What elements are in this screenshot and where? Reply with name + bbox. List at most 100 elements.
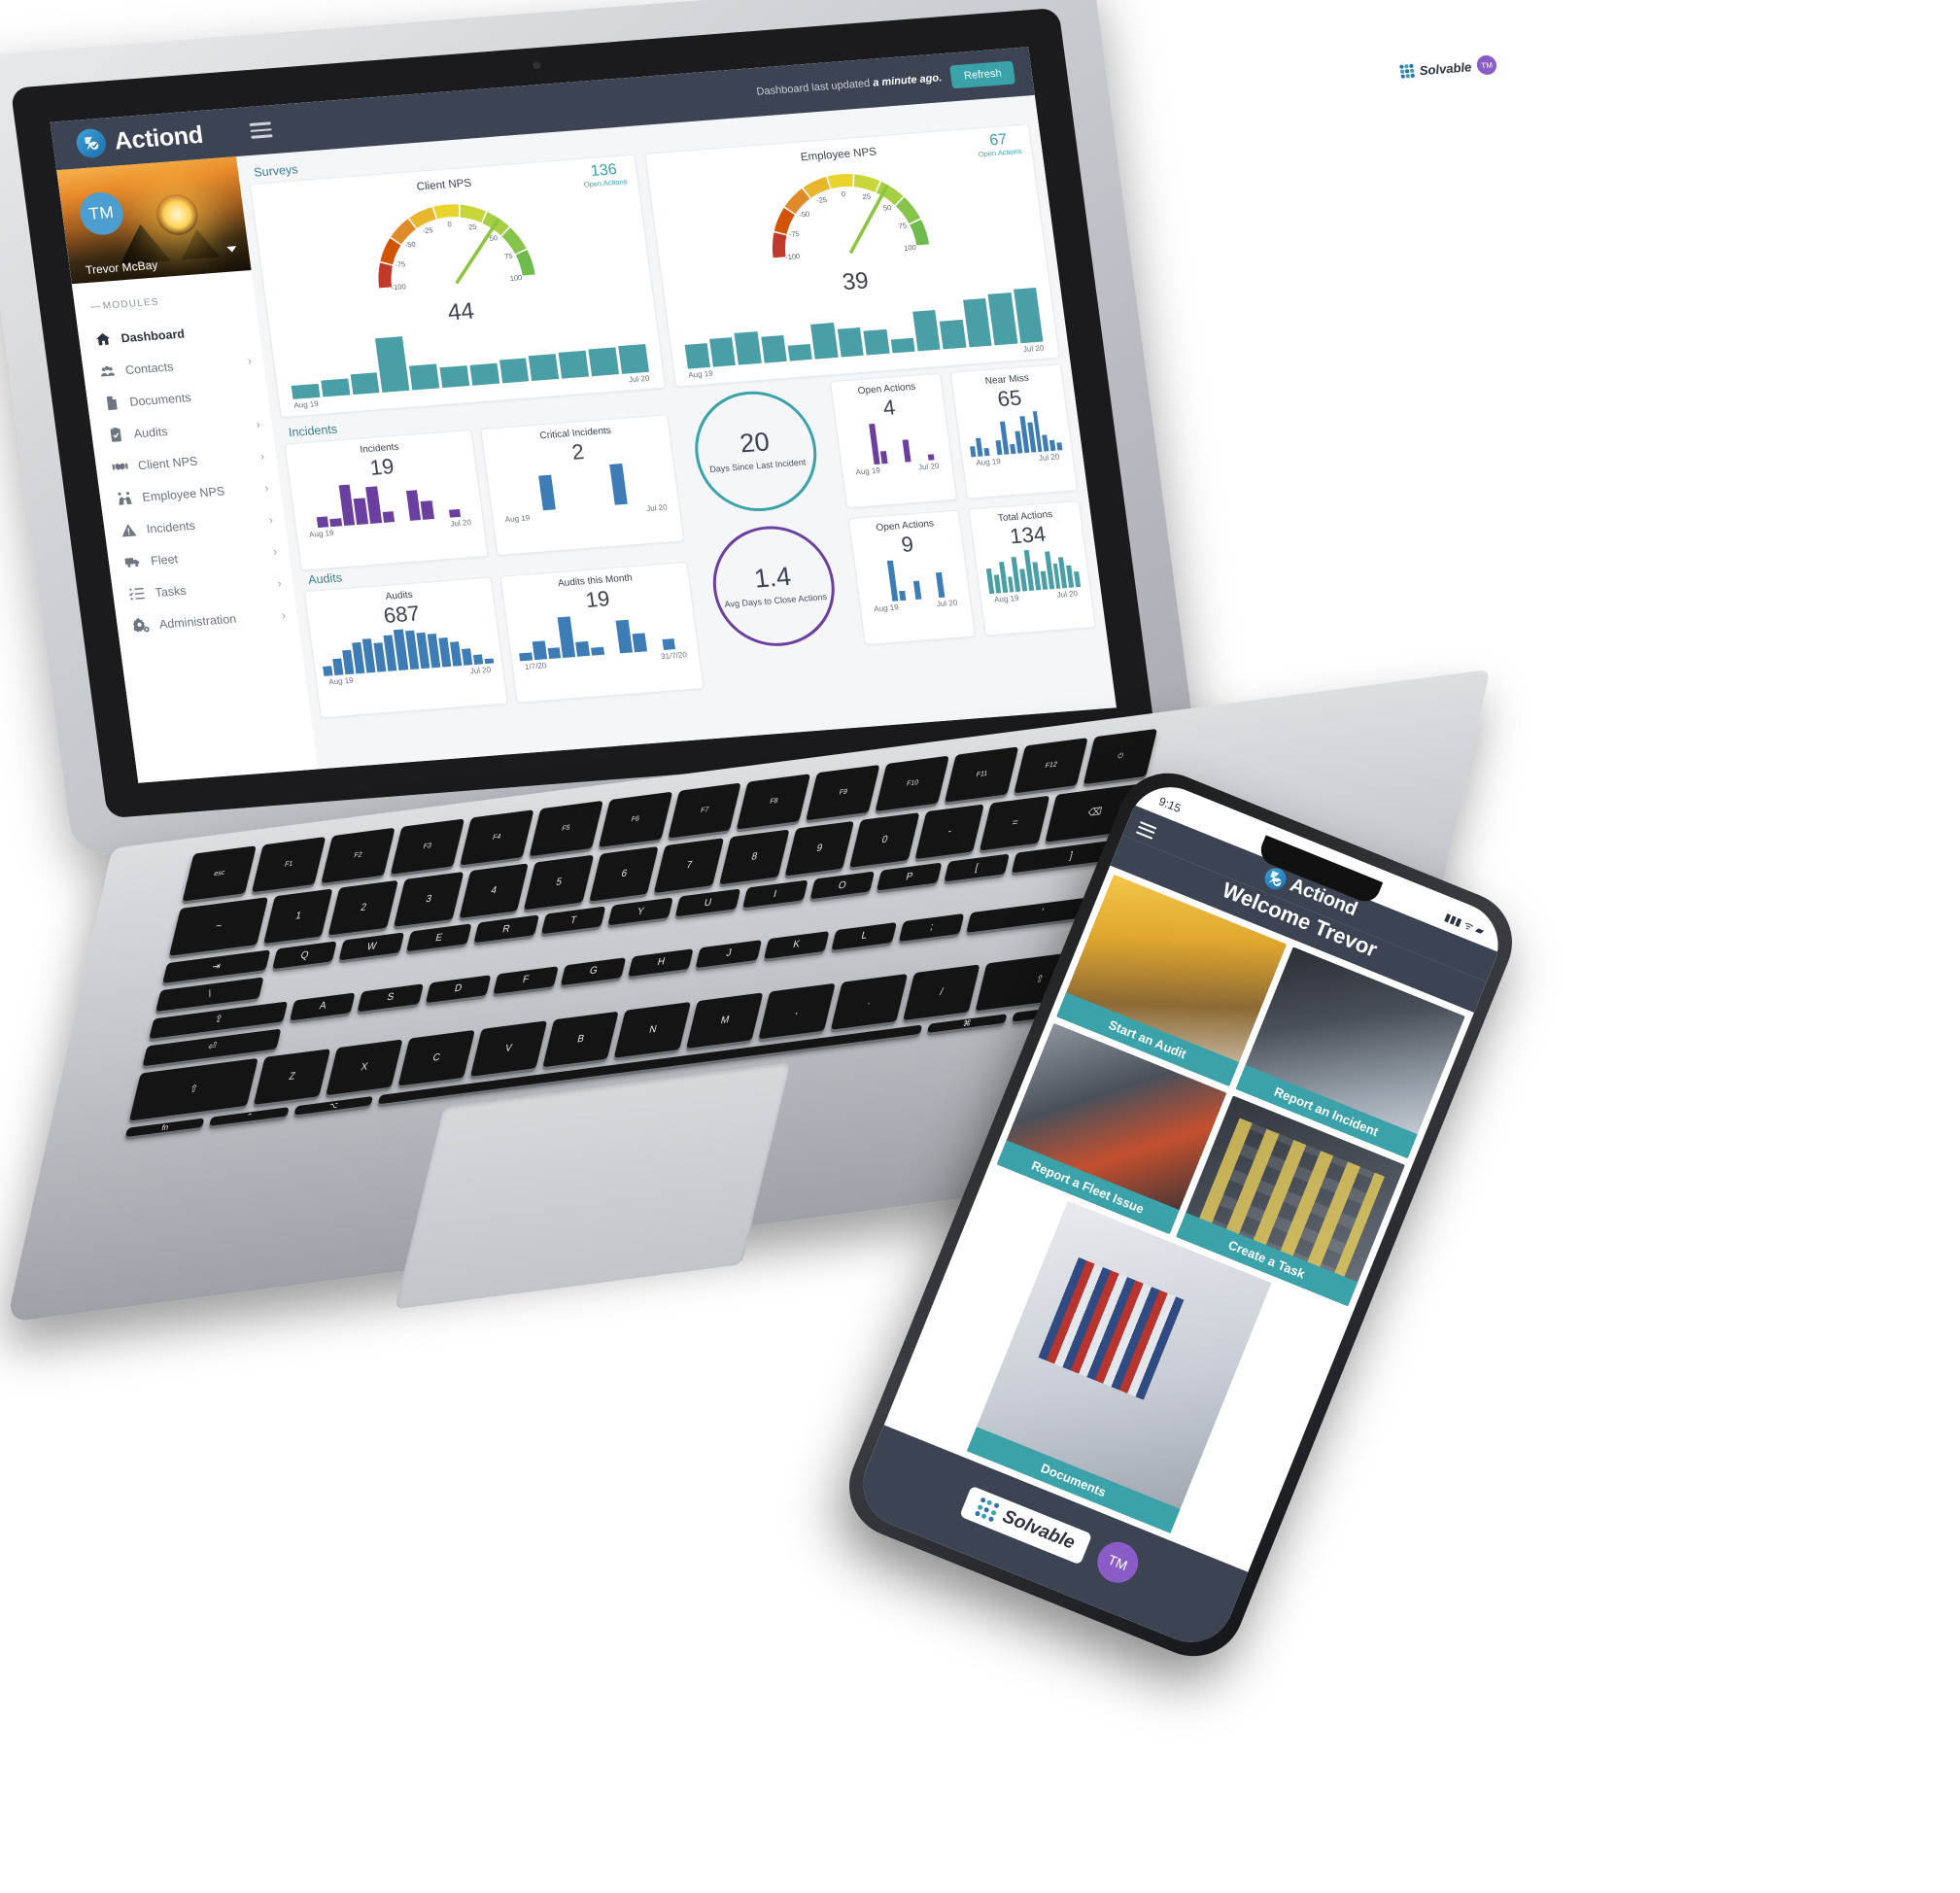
kpi-days-since-last-incident[interactable]: 20 Days Since Last Incident [687,387,824,516]
dashboard-main: Surveys Client NPS 136 Open Actions -100… [236,95,1117,770]
bar [899,591,907,602]
key-j[interactable]: J [696,939,762,968]
key-b[interactable]: B [541,1011,620,1068]
key-f2[interactable]: F2 [321,827,395,884]
key-0[interactable]: 0 [849,812,920,869]
key-d[interactable]: D [425,974,492,1003]
key-6[interactable]: 6 [589,846,660,903]
key-c[interactable]: C [397,1029,475,1086]
key-l[interactable]: L [831,921,898,950]
chevron-right-icon[interactable]: › [247,354,253,367]
kpi-avg-days-to-close-actions[interactable]: 1.4 Avg Days to Close Actions [705,521,842,651]
hamburger-menu-icon[interactable] [249,119,273,143]
key-f3[interactable]: F3 [390,818,464,875]
card-critical-incidents[interactable]: Critical Incidents 2 Aug 19 Jul 20 [480,414,685,556]
key-f5[interactable]: F5 [529,800,603,857]
chevron-right-icon[interactable]: › [272,544,278,558]
key-v[interactable]: V [469,1020,547,1077]
key-f12[interactable]: F12 [1014,738,1088,794]
key-o[interactable]: O [809,871,876,900]
key-u[interactable]: U [674,888,740,917]
key-f10[interactable]: F10 [875,755,950,812]
key-;[interactable]: ; [898,912,965,942]
card-incidents[interactable]: Incidents 19 Aug 19 Jul 20 [284,429,489,571]
key-~[interactable]: ~ [168,897,268,957]
key-i[interactable]: I [741,879,808,909]
svg-text:-100: -100 [391,282,406,292]
key-f7[interactable]: F7 [667,782,742,839]
key-h[interactable]: H [628,947,695,977]
key-f8[interactable]: F8 [737,774,811,830]
svg-text:75: 75 [898,222,908,231]
key-[[interactable]: [ [944,853,1010,882]
axis-label-right: Jul 20 [1022,343,1045,354]
key-g[interactable]: G [560,956,627,985]
key-7[interactable]: 7 [654,838,725,894]
card-audit-open-actions[interactable]: Open Actions 9 Aug 19 Jul 20 [847,509,977,646]
key-⇧[interactable]: ⇧ [128,1057,258,1121]
home-icon [94,330,113,348]
key-1[interactable]: 1 [262,888,333,945]
axis-label-right: Jul 20 [469,665,492,676]
key-k[interactable]: K [763,930,830,959]
chevron-right-icon[interactable]: › [256,417,261,430]
chevron-right-icon[interactable]: › [281,607,287,621]
solvable-text: Solvable [1418,58,1472,78]
card-employee-nps[interactable]: Employee NPS 67 Open Actions -100 -75 -50-… [643,123,1060,388]
key-e[interactable]: E [406,923,472,952]
key--[interactable]: - [914,804,985,860]
card-audits[interactable]: Audits 687 Aug 19 Jul 20 [303,576,508,719]
key-y[interactable]: Y [607,897,673,926]
key-x[interactable]: X [326,1039,403,1096]
key-.[interactable]: . [830,973,909,1030]
key-a[interactable]: A [290,991,357,1021]
bar [902,439,911,463]
key-f[interactable]: F [493,965,559,994]
refresh-button[interactable]: Refresh [949,60,1016,89]
key-f11[interactable]: F11 [945,746,1019,803]
card-audits-this-month[interactable]: Audits this Month 19 1/7/20 31/7/20 [499,561,705,704]
chevron-right-icon[interactable]: › [268,512,274,526]
key-q[interactable]: Q [271,941,338,970]
key-,[interactable]: , [758,982,836,1040]
key-5[interactable]: 5 [524,854,595,911]
open-actions-badge[interactable]: 67 Open Actions [976,131,1022,158]
key-esc[interactable]: esc [182,845,257,902]
key-4[interactable]: 4 [459,863,530,919]
card-near-miss[interactable]: Near Miss 65 Aug 19 Jul 20 [949,363,1079,499]
axis-label-left: Aug 19 [975,457,1002,467]
key-2[interactable]: 2 [327,879,398,936]
chevron-right-icon[interactable]: › [276,576,282,590]
key-=[interactable]: = [980,795,1050,851]
key-w[interactable]: W [338,932,405,961]
key-z[interactable]: Z [254,1048,331,1105]
key-n[interactable]: N [614,1001,692,1058]
key-f1[interactable]: F1 [251,837,327,893]
card-incident-open-actions[interactable]: Open Actions 4 Aug 19 Jul 20 [829,372,958,509]
chevron-down-icon[interactable] [226,246,237,253]
key-t[interactable]: T [540,906,606,935]
key-s[interactable]: S [357,982,424,1012]
key-r[interactable]: R [473,914,539,944]
key-/[interactable]: / [903,964,980,1021]
key-m[interactable]: M [686,992,764,1050]
key-8[interactable]: 8 [719,829,790,885]
key-f4[interactable]: F4 [459,809,534,866]
solvable-badge: Solvable TM [1391,50,1506,86]
key-3[interactable]: 3 [394,872,464,928]
profile-banner[interactable]: TM Trevor McBay [56,156,252,285]
svg-text:-75: -75 [394,259,405,269]
brand[interactable]: Actiond [52,118,235,160]
open-actions-badge[interactable]: 136 Open Actions [581,161,628,189]
card-client-nps[interactable]: Client NPS 136 Open Actions -100 -75 -50 -2… [249,154,666,418]
key-9[interactable]: 9 [784,820,855,877]
bar [469,363,499,386]
bar [558,350,590,379]
chevron-right-icon[interactable]: › [259,449,265,463]
sidebar-item-label: Contacts [124,359,175,377]
key-p[interactable]: P [877,862,943,891]
key-f6[interactable]: F6 [598,791,672,848]
key-f9[interactable]: F9 [806,764,880,821]
card-total-actions[interactable]: Total Actions 134 Aug 19 Jul 20 [968,499,1096,637]
chevron-right-icon[interactable]: › [263,481,269,495]
